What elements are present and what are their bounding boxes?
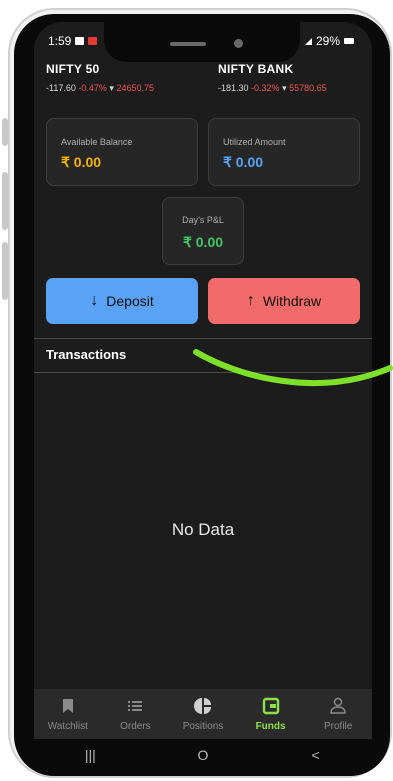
utilized-amount-label: Utilized Amount	[223, 137, 286, 147]
tab-label: Orders	[120, 720, 151, 732]
deposit-button[interactable]: ↓ Deposit	[46, 278, 198, 324]
index-name: NIFTY BANK	[218, 62, 294, 76]
battery-icon	[344, 38, 354, 44]
index-quote: -117.60 -0.47% ▾ 24650.75	[46, 83, 154, 94]
status-bar-right: 29%	[304, 34, 354, 48]
available-balance-label: Available Balance	[61, 137, 133, 147]
utilized-amount-card: Utilized Amount ₹ 0.00	[208, 118, 360, 186]
side-button	[2, 172, 8, 230]
side-button	[2, 118, 8, 146]
days-pnl-card: Day's P&L ₹ 0.00	[162, 197, 244, 265]
list-icon	[128, 700, 143, 711]
index-name: NIFTY 50	[46, 62, 100, 76]
pie-chart-icon	[193, 697, 211, 714]
tab-label: Positions	[182, 720, 224, 732]
tab-label: Profile	[323, 720, 353, 732]
section-divider	[34, 338, 372, 339]
arrow-down-icon: ↓	[90, 292, 99, 309]
recents-icon[interactable]: |||	[70, 747, 110, 763]
notification-icon	[75, 37, 85, 45]
home-icon[interactable]: O	[183, 747, 223, 763]
bookmark-icon	[62, 698, 73, 713]
bottom-tab-bar: Watchlist Orders Positions Funds Profile	[34, 689, 372, 739]
status-time: 1:59	[48, 34, 72, 48]
days-pnl-label: Day's P&L	[182, 215, 224, 225]
index-quote: -181.30 -0.32% ▾ 55780.65	[218, 83, 327, 94]
section-divider	[34, 372, 372, 373]
app-screen: 1:59 29% NIFTY 50 -117.60 -0.47% ▾ 24650…	[34, 22, 372, 770]
tab-orders[interactable]: Orders	[102, 689, 170, 739]
battery-percent: 29%	[315, 34, 340, 48]
camera-notch	[104, 22, 300, 62]
tab-funds[interactable]: Funds	[237, 689, 305, 739]
down-arrow-icon: ▾	[282, 83, 287, 93]
system-nav-bar: ||| O <	[34, 739, 372, 770]
empty-state-text: No Data	[171, 520, 235, 539]
index-nifty-bank[interactable]: NIFTY BANK -181.30 -0.32% ▾ 55780.65	[218, 62, 327, 94]
index-change: -117.60	[46, 83, 76, 93]
wallet-icon	[262, 697, 279, 714]
gmail-icon	[88, 37, 98, 45]
index-percent: -0.47%	[78, 83, 107, 93]
signal-icon	[304, 37, 312, 45]
index-value: 24650.75	[116, 83, 155, 93]
down-arrow-icon: ▾	[109, 83, 114, 93]
tab-label: Funds	[255, 720, 286, 732]
tab-positions[interactable]: Positions	[169, 689, 237, 739]
days-pnl-value: ₹ 0.00	[182, 234, 224, 250]
back-icon[interactable]: <	[296, 747, 336, 763]
available-balance-card: Available Balance ₹ 0.00	[46, 118, 198, 186]
user-icon	[330, 697, 346, 714]
arrow-up-icon: ↑	[246, 292, 255, 309]
status-bar-left: 1:59	[48, 34, 98, 48]
tab-watchlist[interactable]: Watchlist	[34, 689, 102, 739]
tab-label: Watchlist	[47, 720, 88, 732]
index-percent: -0.32%	[251, 83, 280, 93]
deposit-label: Deposit	[106, 293, 154, 309]
tab-profile[interactable]: Profile	[304, 689, 372, 739]
transactions-title: Transactions	[46, 347, 127, 362]
camera-icon	[234, 39, 243, 48]
side-button	[2, 242, 8, 300]
index-change: -181.30	[218, 83, 249, 93]
index-value: 55780.65	[289, 83, 327, 93]
utilized-amount-value: ₹ 0.00	[223, 154, 264, 170]
withdraw-label: Withdraw	[262, 293, 322, 309]
index-nifty-50[interactable]: NIFTY 50 -117.60 -0.47% ▾ 24650.75	[46, 62, 154, 94]
withdraw-button[interactable]: ↑ Withdraw	[208, 278, 360, 324]
available-balance-value: ₹ 0.00	[61, 154, 102, 170]
speaker-grille	[170, 42, 206, 46]
